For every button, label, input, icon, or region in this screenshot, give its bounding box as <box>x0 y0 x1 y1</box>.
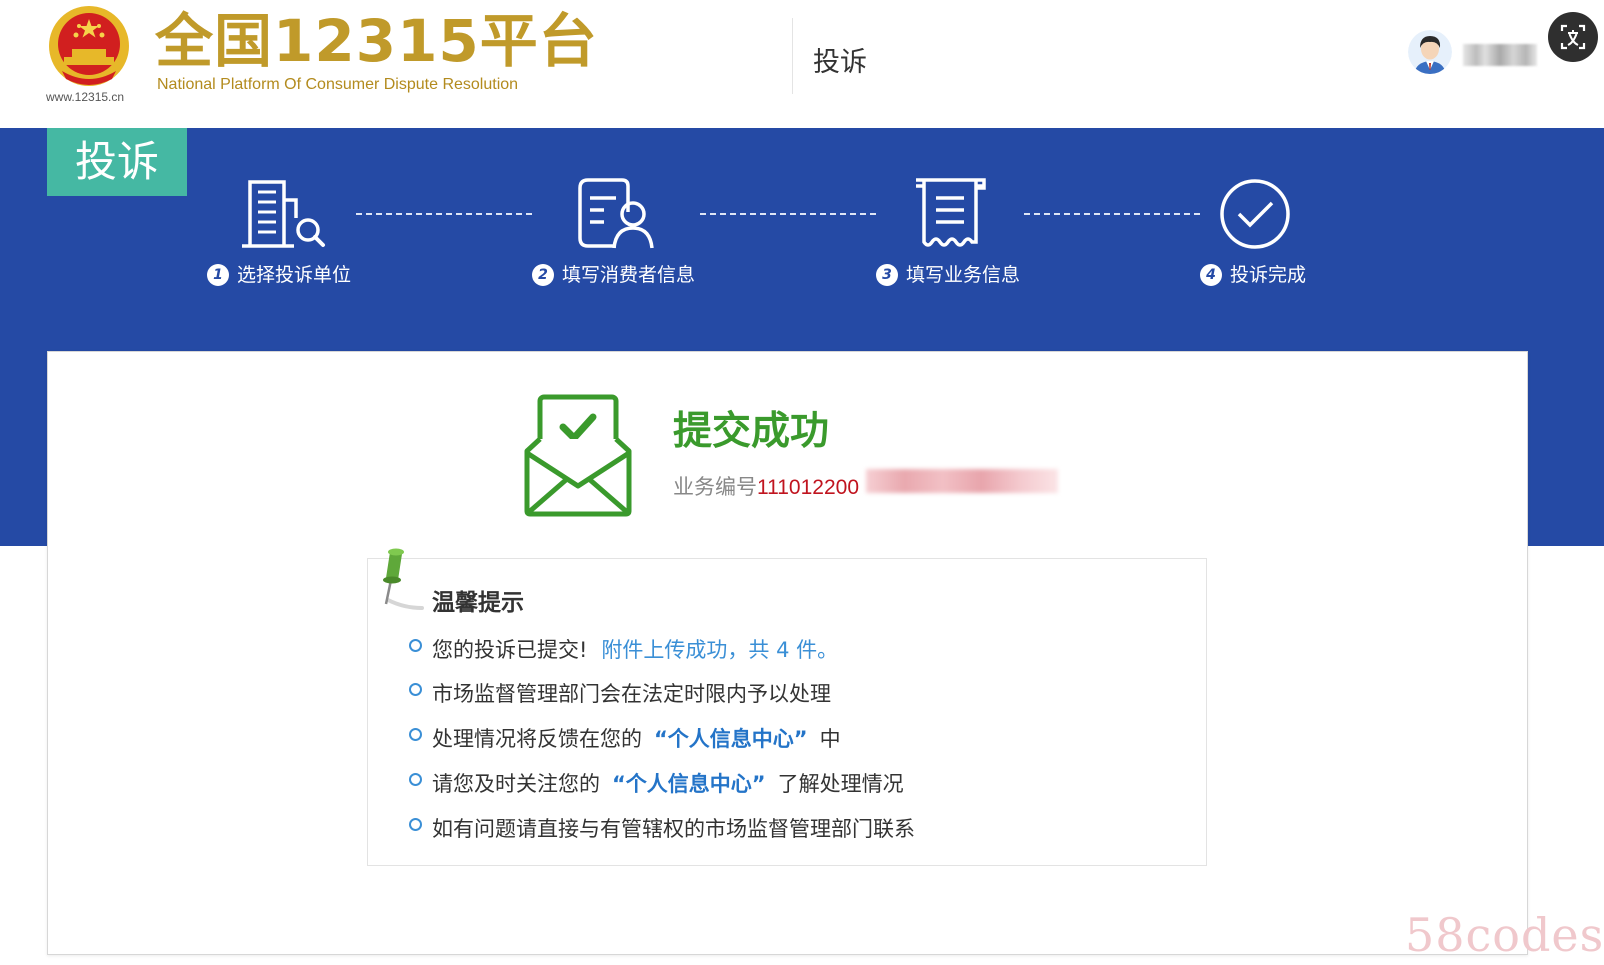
building-search-icon <box>242 180 325 248</box>
form-user-icon <box>578 178 654 249</box>
tip-text: 市场监督管理部门会在法定时限内予以处理 <box>432 682 831 706</box>
header-divider <box>792 18 793 94</box>
step-connector <box>356 213 532 215</box>
tip-text: 请您及时关注您的 <box>432 772 600 796</box>
site-url: www.12315.cn <box>46 90 125 104</box>
receipt-icon <box>916 178 986 247</box>
watermark: 58codes <box>1405 908 1604 962</box>
step-label: 选择投诉单位 <box>237 264 352 286</box>
tip-item-2: 市场监督管理部门会在法定时限内予以处理 <box>409 681 831 707</box>
personal-center-link[interactable]: “个人信息中心” <box>654 727 808 751</box>
tip-item-5: 如有问题请直接与有管辖权的市场监督管理部门联系 <box>409 816 915 842</box>
step-number: 4 <box>1200 264 1222 286</box>
step-connector <box>700 213 876 215</box>
bullet-icon <box>409 728 422 741</box>
envelope-check-icon <box>524 394 632 517</box>
step-label: 填写业务信息 <box>906 264 1021 286</box>
attachment-status: 附件上传成功，共 4 件。 <box>601 638 839 662</box>
business-number-label: 业务编号 <box>673 475 757 499</box>
avatar[interactable] <box>1408 30 1452 74</box>
bullet-icon <box>409 683 422 696</box>
step-connector <box>1024 213 1200 215</box>
top-header: www.12315.cn 全国12315平台 National Platform… <box>0 0 1604 128</box>
business-number-redacted <box>866 469 1058 493</box>
tip-item-3: 处理情况将反馈在您的 “个人信息中心” 中 <box>409 726 841 752</box>
username-blurred <box>1463 44 1537 66</box>
step-number: 3 <box>876 264 898 286</box>
tip-text-after: 了解处理情况 <box>777 772 904 796</box>
tip-text: 处理情况将反馈在您的 <box>432 727 642 751</box>
success-title: 提交成功 <box>673 409 830 454</box>
brand-subtitle: National Platform Of Consumer Dispute Re… <box>157 76 519 93</box>
step-label: 填写消费者信息 <box>562 264 696 286</box>
brand-title: 全国12315平台 <box>155 7 598 75</box>
personal-center-link[interactable]: “个人信息中心” <box>612 772 766 796</box>
translate-icon <box>1560 24 1586 50</box>
step-1: 1 选择投诉单位 <box>207 260 351 287</box>
step-2: 2 填写消费者信息 <box>532 260 695 287</box>
tips-title: 温馨提示 <box>432 590 524 616</box>
tip-text: 您的投诉已提交! <box>432 638 588 662</box>
step-3: 3 填写业务信息 <box>876 260 1020 287</box>
bullet-icon <box>409 818 422 831</box>
step-4: 4 投诉完成 <box>1200 260 1306 287</box>
bullet-icon <box>409 639 422 652</box>
tip-text: 如有问题请直接与有管辖权的市场监督管理部门联系 <box>432 817 915 841</box>
bullet-icon <box>409 773 422 786</box>
tip-item-1: 您的投诉已提交! 附件上传成功，共 4 件。 <box>409 637 838 663</box>
translate-button[interactable] <box>1548 12 1598 62</box>
step-number: 2 <box>532 264 554 286</box>
tip-text-after: 中 <box>819 727 841 751</box>
tip-item-4: 请您及时关注您的 “个人信息中心” 了解处理情况 <box>409 771 904 797</box>
section-tag: 投诉 <box>47 128 187 196</box>
checkmark-circle-icon <box>1220 179 1290 249</box>
business-number-value: 111012200 <box>757 476 859 499</box>
pushpin-icon <box>383 548 424 610</box>
business-number: 业务编号111012200 <box>673 471 859 501</box>
national-emblem-icon <box>49 6 129 86</box>
page-title: 投诉 <box>813 47 867 78</box>
step-label: 投诉完成 <box>1230 264 1307 286</box>
step-number: 1 <box>207 264 229 286</box>
